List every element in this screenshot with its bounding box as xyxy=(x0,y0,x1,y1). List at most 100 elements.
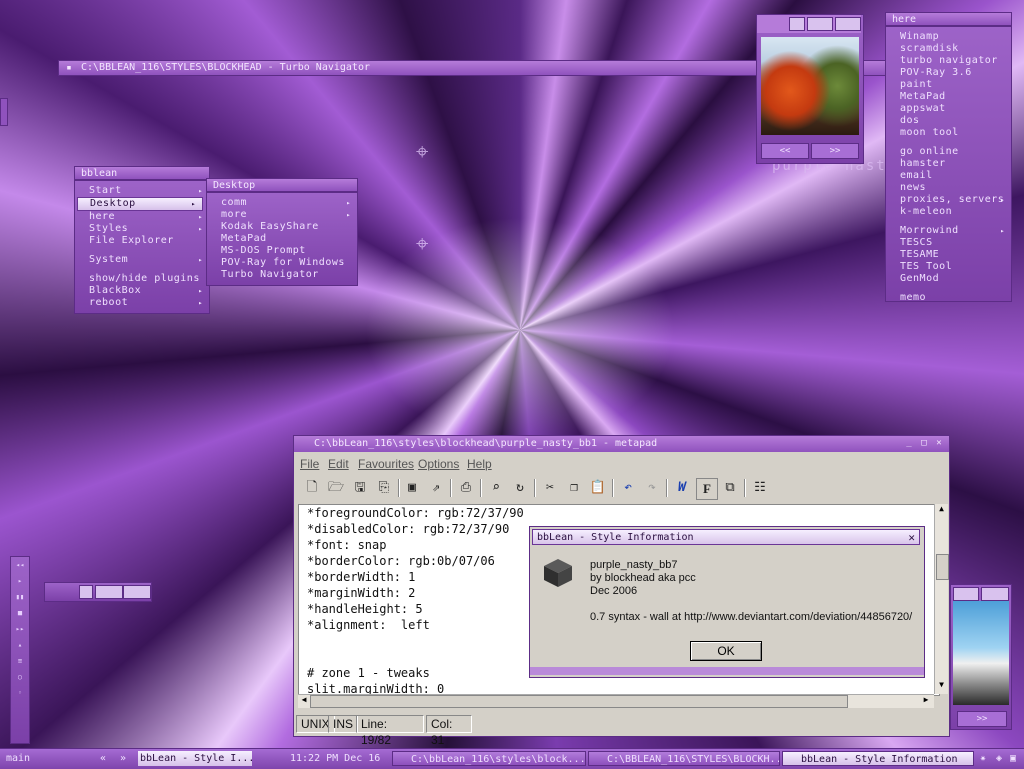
next-button[interactable]: >> xyxy=(957,711,1007,727)
menu-item-ms-dos-prompt[interactable]: MS-DOS Prompt xyxy=(207,245,357,257)
menu-favourites[interactable]: Favourites xyxy=(358,457,414,471)
menu-item-go-online[interactable]: go online xyxy=(886,146,1011,158)
menu-item-comm[interactable]: comm ▸ xyxy=(207,197,357,209)
widget-button[interactable] xyxy=(789,17,805,31)
widget-button[interactable] xyxy=(835,17,861,31)
menu-item-system[interactable]: System ▸ xyxy=(75,254,209,266)
settings-icon[interactable]: ☷ xyxy=(750,478,770,498)
undo-icon[interactable]: ↶ xyxy=(618,478,638,498)
menu-item-paint[interactable]: paint xyxy=(886,79,1011,91)
menu-item-styles[interactable]: Styles ▸ xyxy=(75,223,209,235)
pager-button[interactable] xyxy=(95,585,123,599)
widget-button[interactable] xyxy=(807,17,833,31)
close-icon[interactable]: ✕ xyxy=(933,437,945,449)
menu-item-kodak-easyshare[interactable]: Kodak EasyShare xyxy=(207,221,357,233)
launch-editor-icon[interactable]: ⇗ xyxy=(426,478,446,498)
forward-icon[interactable]: ▸▸ xyxy=(11,621,29,637)
scroll-down-icon[interactable]: ▼ xyxy=(936,680,947,692)
scroll-thumb[interactable] xyxy=(310,695,848,708)
vertical-scrollbar[interactable]: ▲ ▼ xyxy=(934,504,949,694)
menu-edit[interactable]: Edit xyxy=(328,457,349,471)
pause-icon[interactable]: ▮▮ xyxy=(11,589,29,605)
word-wrap-icon[interactable]: W xyxy=(672,478,692,498)
menu-item-metapad[interactable]: MetaPad xyxy=(207,233,357,245)
menu-item-winamp[interactable]: Winamp xyxy=(886,31,1011,43)
ok-button[interactable]: OK xyxy=(690,641,762,661)
menu-item-tes-tool[interactable]: TES Tool xyxy=(886,261,1011,273)
menu-item-morrowind[interactable]: Morrowind ▸ xyxy=(886,225,1011,237)
menu-item-dos[interactable]: dos xyxy=(886,115,1011,127)
tray-icon[interactable]: ✷ xyxy=(980,751,986,766)
scroll-right-icon[interactable]: ▶ xyxy=(920,695,932,707)
menu-item-memo[interactable]: memo xyxy=(886,292,1011,304)
menu-item-turbo-navigator[interactable]: turbo navigator xyxy=(886,55,1011,67)
always-on-top-icon[interactable]: ⧉ xyxy=(720,478,740,498)
menu-item-appswat[interactable]: appswat xyxy=(886,103,1011,115)
dialog-title-bar[interactable]: bbLean - Style Information ✕ xyxy=(532,529,920,545)
scroll-up-icon[interactable]: ▲ xyxy=(936,504,947,516)
task-button[interactable]: C:\bbLean_116\styles\block... xyxy=(392,751,586,766)
menu-item-pov-ray-for-windows[interactable]: POV-Ray for Windows xyxy=(207,257,357,269)
play-icon[interactable]: ▸ xyxy=(11,573,29,589)
find-icon[interactable]: ⌕ xyxy=(486,478,506,498)
redo-icon[interactable]: ↷ xyxy=(642,478,662,498)
print-icon[interactable]: ⎙ xyxy=(456,478,476,498)
menu-item-start[interactable]: Start ▸ xyxy=(75,185,209,197)
menu-item-pov-ray-3-6[interactable]: POV-Ray 3.6 xyxy=(886,67,1011,79)
maximize-icon[interactable]: □ xyxy=(918,437,930,449)
replace-icon[interactable]: ↻ xyxy=(510,478,530,498)
menu-options[interactable]: Options xyxy=(418,457,459,471)
menu-item-blackbox[interactable]: BlackBox ▸ xyxy=(75,285,209,297)
menu-item-email[interactable]: email xyxy=(886,170,1011,182)
next-workspace-button[interactable]: » xyxy=(120,751,126,766)
widget-button[interactable] xyxy=(981,587,1009,601)
widget-button[interactable] xyxy=(953,587,979,601)
stop-icon[interactable]: ■ xyxy=(11,605,29,621)
close-icon[interactable]: ✕ xyxy=(908,530,915,546)
tray-icon[interactable]: ▣ xyxy=(1010,751,1016,766)
save-icon[interactable]: 🖫 xyxy=(350,478,370,498)
menu-item-k-meleon[interactable]: k-meleon xyxy=(886,206,1011,218)
menu-item-tesame[interactable]: TESAME xyxy=(886,249,1011,261)
menu-item-show-hide-plugins[interactable]: show/hide plugins xyxy=(75,273,209,285)
copy-icon[interactable]: ❐ xyxy=(564,478,584,498)
prev-workspace-button[interactable]: « xyxy=(100,751,106,766)
save-as-icon[interactable]: ⎘ xyxy=(374,478,394,498)
menu-item-news[interactable]: news xyxy=(886,182,1011,194)
current-task-label[interactable]: bbLean - Style I... xyxy=(138,751,252,766)
menu-item-moon-tool[interactable]: moon tool xyxy=(886,127,1011,139)
pager-button[interactable] xyxy=(79,585,93,599)
menu-item-metapad[interactable]: MetaPad xyxy=(886,91,1011,103)
cut-icon[interactable]: ✂ xyxy=(540,478,560,498)
task-button[interactable]: C:\BBLEAN_116\STYLES\BLOCKH... xyxy=(588,751,780,766)
menu-item-turbo-navigator[interactable]: Turbo Navigator xyxy=(207,269,357,281)
menu-help[interactable]: Help xyxy=(467,457,492,471)
next-button[interactable]: >> xyxy=(811,143,859,159)
metapad-title-bar[interactable]: C:\bbLean_116\styles\blockhead\purple_na… xyxy=(294,436,949,452)
font-icon[interactable]: F xyxy=(696,478,718,500)
launch-viewer-icon[interactable]: ▣ xyxy=(402,478,422,498)
menu-item-genmod[interactable]: GenMod xyxy=(886,273,1011,285)
tray-icon[interactable]: ◈ xyxy=(996,751,1002,766)
menu-item-more[interactable]: more ▸ xyxy=(207,209,357,221)
shuffle-icon[interactable]: ○ xyxy=(11,669,29,685)
menu-item-desktop[interactable]: Desktop ▸ xyxy=(77,197,203,211)
minimize-icon[interactable]: _ xyxy=(903,437,915,449)
menu-item-here[interactable]: here ▸ xyxy=(75,211,209,223)
workspace-label[interactable]: main xyxy=(6,751,30,766)
rewind-icon[interactable]: ◂◂ xyxy=(11,557,29,573)
menu-item-hamster[interactable]: hamster xyxy=(886,158,1011,170)
menu-item-proxies-servers[interactable]: proxies, servers ▸ xyxy=(886,194,1011,206)
scroll-thumb[interactable] xyxy=(936,554,949,580)
pager-button[interactable] xyxy=(123,585,151,599)
horizontal-scrollbar[interactable]: ◀ ▶ xyxy=(298,694,934,708)
volume-icon[interactable]: ≡ xyxy=(11,653,29,669)
eject-icon[interactable]: ▴ xyxy=(11,637,29,653)
repeat-icon[interactable]: ◦ xyxy=(11,685,29,701)
menu-item-file-explorer[interactable]: File Explorer xyxy=(75,235,209,247)
new-file-icon[interactable]: 🗋 xyxy=(302,478,322,498)
task-button[interactable]: bbLean - Style Information xyxy=(782,751,974,766)
menu-file[interactable]: File xyxy=(300,457,319,471)
menu-item-scramdisk[interactable]: scramdisk xyxy=(886,43,1011,55)
paste-icon[interactable]: 📋 xyxy=(588,478,608,498)
